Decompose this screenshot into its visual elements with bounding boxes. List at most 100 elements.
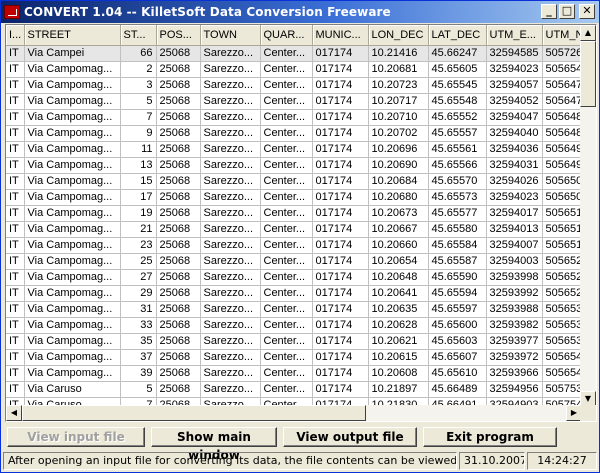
vertical-scroll-thumb[interactable]: [580, 41, 596, 107]
table-cell: IT: [6, 237, 25, 254]
button-row: View input file Show main window View ou…: [7, 427, 557, 462]
table-cell: IT: [6, 269, 25, 286]
table-row[interactable]: IT Via Campomag... 3 25068 Sarezzo... Center.…: [6, 77, 582, 94]
table-cell: 25068: [156, 301, 201, 318]
view-output-file-button[interactable]: View output file: [283, 427, 417, 447]
horizontal-scrollbar[interactable]: ◀ ▶: [6, 405, 582, 421]
table-cell: 017174: [312, 77, 369, 94]
table-cell: 32593977: [486, 333, 543, 350]
table-row[interactable]: IT Via Campomag... 17 25068 Sarezzo... Center…: [6, 189, 582, 206]
table-cell: 17: [120, 189, 157, 206]
table-cell: 5056476: [542, 77, 582, 94]
table-row[interactable]: IT Via Campomag... 35 25068 Sarezzo... Center…: [6, 333, 582, 350]
table-cell: IT: [6, 141, 25, 158]
table-cell: Via Campomag...: [24, 365, 121, 382]
table-cell: 5056510: [542, 205, 582, 222]
table-cell: 32593992: [486, 285, 543, 302]
table-cell: Sarezzo...: [200, 365, 261, 382]
table-row[interactable]: IT Via Campomag... 31 25068 Sarezzo... Center…: [6, 301, 582, 318]
table-row[interactable]: IT Via Campomag... 21 25068 Sarezzo... Center…: [6, 221, 582, 238]
column-header[interactable]: ST...: [120, 25, 157, 46]
table-cell: 017174: [312, 157, 369, 174]
table-cell: 5056483: [542, 109, 582, 126]
table-cell: 25: [120, 253, 157, 270]
column-header[interactable]: POS...: [156, 25, 201, 46]
table-row[interactable]: IT Via Campomag... 27 25068 Sarezzo... Center…: [6, 269, 582, 286]
table-cell: 45.65603: [428, 333, 487, 350]
scrollbar-corner: [580, 405, 596, 421]
table-cell: 32594007: [486, 237, 543, 254]
table-cell: 5057264: [542, 45, 582, 62]
table-row[interactable]: IT Via Campomag... 19 25068 Sarezzo... Center…: [6, 205, 582, 222]
table-row[interactable]: IT Via Campei 66 25068 Sarezzo... Center... 01…: [6, 45, 582, 62]
table-row[interactable]: IT Via Campomag... 15 25068 Sarezzo... Center…: [6, 173, 582, 190]
table-cell: 10.20654: [368, 253, 429, 270]
show-main-window-button[interactable]: Show main window: [151, 427, 277, 462]
table-cell: Sarezzo...: [200, 301, 261, 318]
minimize-button[interactable]: _: [541, 4, 557, 19]
table-cell: 25068: [156, 269, 201, 286]
table-cell: 11: [120, 141, 157, 158]
close-button[interactable]: ✕: [579, 4, 595, 19]
table-cell: 25068: [156, 285, 201, 302]
table-cell: 5056493: [542, 141, 582, 158]
view-input-file-button[interactable]: View input file: [7, 427, 145, 447]
table-row[interactable]: IT Via Campomag... 25 25068 Sarezzo... Center…: [6, 253, 582, 270]
table-row[interactable]: IT Via Campomag... 13 25068 Sarezzo... Center…: [6, 157, 582, 174]
table-cell: 32594026: [486, 173, 543, 190]
table-cell: 5056529: [542, 285, 582, 302]
table-cell: 2: [120, 61, 157, 78]
exit-program-button[interactable]: Exit program: [423, 427, 557, 447]
table-cell: 10.20641: [368, 285, 429, 302]
table-row[interactable]: IT Via Campomag... 7 25068 Sarezzo... Center.…: [6, 109, 582, 126]
vertical-scrollbar[interactable]: ▲ ▼: [580, 25, 596, 407]
table-cell: 5056514: [542, 221, 582, 238]
column-header[interactable]: LAT_DEC: [428, 25, 487, 46]
table-cell: 25068: [156, 333, 201, 350]
table-cell: Center...: [260, 317, 313, 334]
column-header[interactable]: UTM_N...: [542, 25, 582, 46]
table-row[interactable]: IT Via Campomag... 9 25068 Sarezzo... Center.…: [6, 125, 582, 142]
table-row[interactable]: IT Via Campomag... 33 25068 Sarezzo... Center…: [6, 317, 582, 334]
column-header[interactable]: QUAR...: [260, 25, 313, 46]
table-cell: 32594036: [486, 141, 543, 158]
column-header[interactable]: I...: [6, 25, 25, 46]
scroll-up-arrow-icon[interactable]: ▲: [580, 25, 596, 41]
table-cell: 017174: [312, 189, 369, 206]
table-cell: Via Campomag...: [24, 173, 121, 190]
table-cell: Center...: [260, 157, 313, 174]
table-row[interactable]: IT Via Caruso 5 25068 Sarezzo... Center... 017…: [6, 381, 582, 398]
table-row[interactable]: IT Via Campomag... 2 25068 Sarezzo... Center.…: [6, 61, 582, 78]
table-cell: 45.66489: [428, 381, 487, 398]
table-row[interactable]: IT Via Campomag... 23 25068 Sarezzo... Center…: [6, 237, 582, 254]
table-cell: Via Campomag...: [24, 141, 121, 158]
table-cell: 5056543: [542, 349, 582, 366]
column-header[interactable]: LON_DEC: [368, 25, 429, 46]
table-row[interactable]: IT Via Campomag... 11 25068 Sarezzo... Center…: [6, 141, 582, 158]
table-cell: Center...: [260, 333, 313, 350]
column-header[interactable]: UTM_E...: [486, 25, 543, 46]
table-row[interactable]: IT Via Campomag... 5 25068 Sarezzo... Center.…: [6, 93, 582, 110]
title-bar[interactable]: CONVERT 1.04 -- KilletSoft Data Conversi…: [1, 1, 599, 23]
table-cell: 37: [120, 349, 157, 366]
column-header[interactable]: STREET: [24, 25, 121, 46]
scroll-left-arrow-icon[interactable]: ◀: [6, 405, 22, 421]
column-header[interactable]: TOWN: [200, 25, 261, 46]
app-icon[interactable]: [4, 5, 20, 19]
table-cell: 45.65610: [428, 365, 487, 382]
table-row[interactable]: IT Via Campomag... 39 25068 Sarezzo... Center…: [6, 365, 582, 382]
table-cell: 10.20717: [368, 93, 429, 110]
table-cell: Center...: [260, 237, 313, 254]
table-cell: Via Campomag...: [24, 253, 121, 270]
horizontal-scroll-thumb[interactable]: [22, 405, 366, 421]
column-header[interactable]: MUNIC...: [312, 25, 369, 46]
maximize-button[interactable]: □: [559, 4, 575, 19]
table-row[interactable]: IT Via Campomag... 37 25068 Sarezzo... Center…: [6, 349, 582, 366]
table-row[interactable]: IT Via Campomag... 29 25068 Sarezzo... Center…: [6, 285, 582, 302]
table-cell: Sarezzo...: [200, 253, 261, 270]
table-cell: 5056489: [542, 125, 582, 142]
table-cell: 5056539: [542, 333, 582, 350]
data-grid-viewport: I... STREET ST... POS... TOWN QUAR... MUNIC...…: [6, 25, 582, 407]
data-grid[interactable]: I... STREET ST... POS... TOWN QUAR... MUNIC...…: [5, 24, 597, 422]
table-cell: 10.20615: [368, 349, 429, 366]
